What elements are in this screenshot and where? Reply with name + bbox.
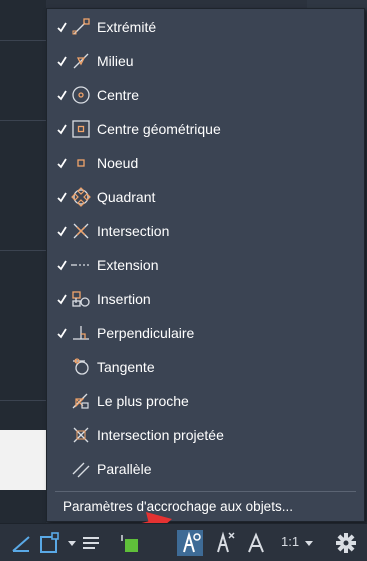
menu-item-label: Quadrant bbox=[97, 189, 156, 205]
check-icon bbox=[57, 226, 67, 237]
menu-item-apparent-intersection[interactable]: Intersection projetée bbox=[47, 419, 364, 452]
menu-item-quadrant[interactable]: Quadrant bbox=[47, 181, 364, 214]
chevron-down-icon[interactable] bbox=[303, 529, 315, 557]
menu-item-geometric-center[interactable]: Centre géométrique bbox=[47, 113, 364, 146]
menu-item-label: Noeud bbox=[97, 155, 139, 171]
menu-item-intersection[interactable]: Intersection bbox=[47, 215, 364, 248]
node-icon bbox=[77, 159, 85, 167]
quadrant-icon bbox=[71, 187, 91, 207]
menu-item-extension[interactable]: Extension bbox=[47, 249, 364, 282]
menu-item-label: Parallèle bbox=[97, 461, 152, 477]
menu-item-center[interactable]: Centre bbox=[47, 79, 364, 112]
status-bar: 1:1 bbox=[0, 523, 367, 561]
menu-item-label: Extension bbox=[97, 257, 159, 273]
menu-item-midpoint[interactable]: Milieu bbox=[47, 45, 364, 78]
endpoint-icon bbox=[72, 18, 90, 35]
transparency-icon[interactable] bbox=[118, 529, 142, 557]
midpoint-icon bbox=[73, 53, 89, 69]
extension-icon bbox=[71, 264, 91, 266]
check-icon bbox=[57, 90, 67, 101]
tangent-icon bbox=[73, 358, 89, 375]
menu-item-parallel[interactable]: Parallèle bbox=[47, 453, 364, 486]
parallel-icon bbox=[72, 462, 90, 478]
annotation-scale-icon[interactable] bbox=[244, 529, 268, 557]
menu-separator bbox=[55, 491, 356, 492]
menu-item-nearest[interactable]: Le plus proche bbox=[47, 385, 364, 418]
check-icon bbox=[57, 192, 67, 203]
intersection-icon bbox=[73, 223, 89, 239]
perpendicular-icon bbox=[73, 326, 89, 340]
check-icon bbox=[57, 158, 67, 169]
check-icon bbox=[57, 124, 67, 135]
menu-item-endpoint[interactable]: Extrémité bbox=[47, 11, 364, 44]
apparent-intersection-icon bbox=[73, 427, 89, 443]
menu-item-label: Insertion bbox=[97, 291, 151, 307]
menu-item-label: Centre bbox=[97, 87, 140, 103]
menu-item-perpendicular[interactable]: Perpendiculaire bbox=[47, 317, 364, 350]
check-icon bbox=[57, 260, 67, 271]
menu-item-tangent[interactable]: Tangente bbox=[47, 351, 364, 384]
menu-item-node[interactable]: Noeud bbox=[47, 147, 364, 180]
menu-item-label: Extrémité bbox=[97, 19, 157, 35]
object-snap-icon[interactable] bbox=[38, 529, 64, 557]
check-icon bbox=[57, 56, 67, 67]
auto-scale-icon[interactable] bbox=[212, 529, 238, 557]
gear-icon[interactable] bbox=[334, 529, 358, 557]
scale-value[interactable]: 1:1 bbox=[281, 534, 299, 549]
lineweight-icon[interactable] bbox=[80, 529, 102, 557]
drawing-area-background bbox=[0, 0, 46, 561]
menu-item-label: Le plus proche bbox=[97, 393, 189, 409]
geometric-center-icon bbox=[72, 120, 90, 138]
menu-item-label: Centre géométrique bbox=[97, 121, 221, 137]
ortho-mode-icon[interactable] bbox=[10, 529, 32, 557]
check-icon bbox=[57, 22, 67, 33]
check-icon bbox=[57, 294, 67, 305]
center-icon bbox=[72, 86, 90, 104]
drawing-canvas-fragment bbox=[0, 430, 46, 490]
check-icon bbox=[57, 328, 67, 339]
menu-item-label: Tangente bbox=[97, 359, 155, 375]
menu-item-label: Perpendiculaire bbox=[97, 325, 195, 341]
nearest-icon bbox=[72, 393, 89, 409]
object-snap-context-menu: Extrémité Milieu Centre Centre géométriq… bbox=[46, 8, 365, 522]
annotation-visibility-icon[interactable] bbox=[176, 529, 204, 557]
insertion-icon bbox=[72, 291, 90, 307]
chevron-down-icon[interactable] bbox=[66, 529, 78, 557]
menu-item-label: Intersection bbox=[97, 223, 170, 239]
menu-item-label: Intersection projetée bbox=[97, 427, 224, 443]
menu-item-label: Milieu bbox=[97, 53, 134, 69]
menu-item-insertion[interactable]: Insertion bbox=[47, 283, 364, 316]
